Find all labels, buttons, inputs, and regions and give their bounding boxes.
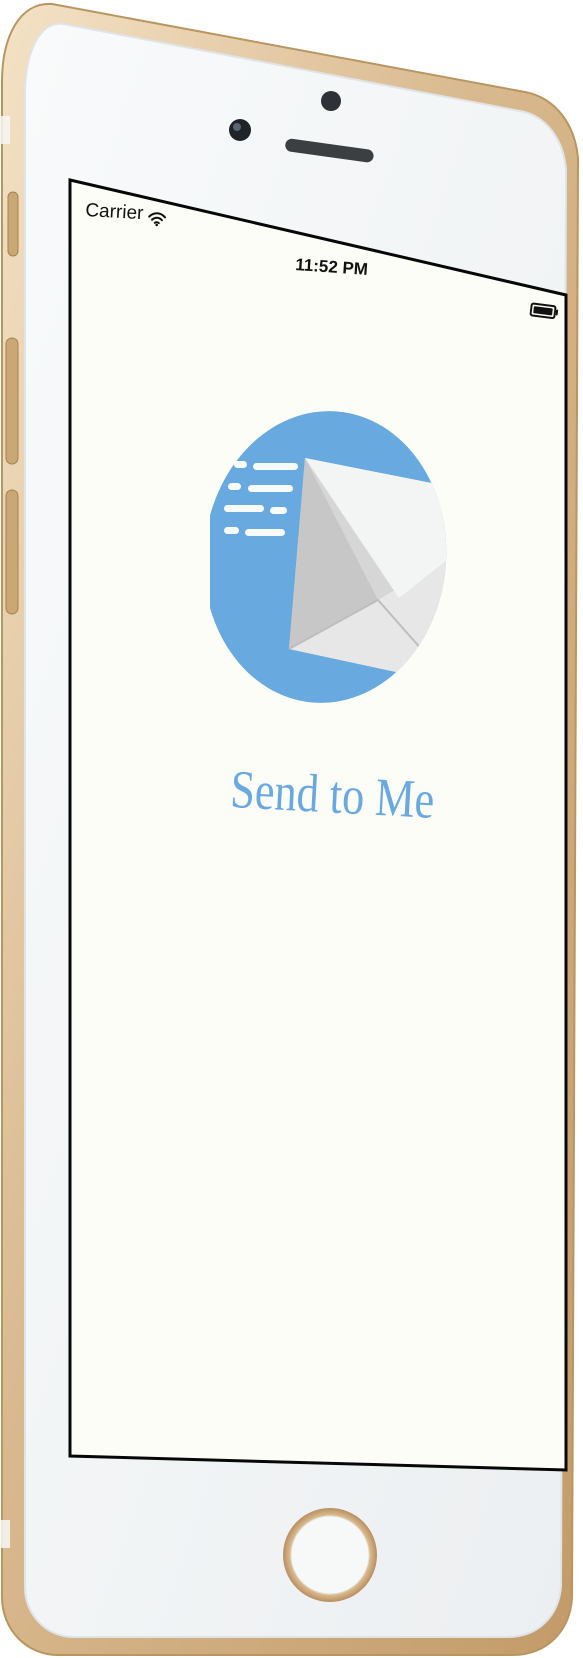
- carrier-label: Carrier: [84, 200, 144, 225]
- wifi-icon: [148, 212, 167, 227]
- envelope-send-icon: [210, 411, 450, 703]
- device-mockup: Carrier 11:52 PM Send to Me: [0, 0, 583, 1658]
- battery-icon: [529, 302, 559, 320]
- app-title: Send to Me: [228, 759, 437, 830]
- iphone-frame: [0, 2, 580, 1656]
